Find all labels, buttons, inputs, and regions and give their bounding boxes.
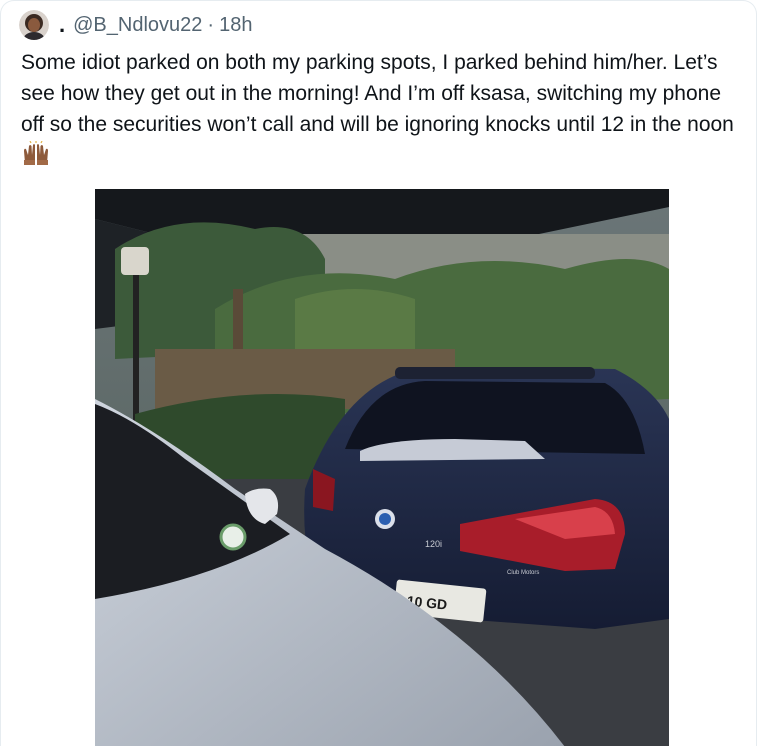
model-badge-text: 120i <box>425 539 442 549</box>
photo-parked-cars-icon: 10 GD 120i Club Motors <box>95 189 669 746</box>
tweet-photo[interactable]: 10 GD 120i Club Motors <box>95 189 669 746</box>
tweet-timestamp[interactable]: 18h <box>219 14 252 37</box>
tweet-text: Some idiot parked on both my parking spo… <box>21 51 734 136</box>
user-handle[interactable]: @B_Ndlovu22 <box>73 14 202 37</box>
meta-separator: · <box>207 13 215 36</box>
dealer-text: Club Motors <box>507 570 539 576</box>
tweet-body: Some idiot parked on both my parking spo… <box>21 47 745 171</box>
raising-hands-emoji-icon <box>21 140 51 165</box>
tweet-header: . @B_Ndlovu22 · 18h <box>19 9 252 41</box>
display-name[interactable]: . <box>59 14 65 36</box>
avatar[interactable] <box>19 10 49 40</box>
tweet-card[interactable]: . @B_Ndlovu22 · 18h Some idiot parked on… <box>0 0 757 746</box>
avatar-image <box>19 10 49 40</box>
